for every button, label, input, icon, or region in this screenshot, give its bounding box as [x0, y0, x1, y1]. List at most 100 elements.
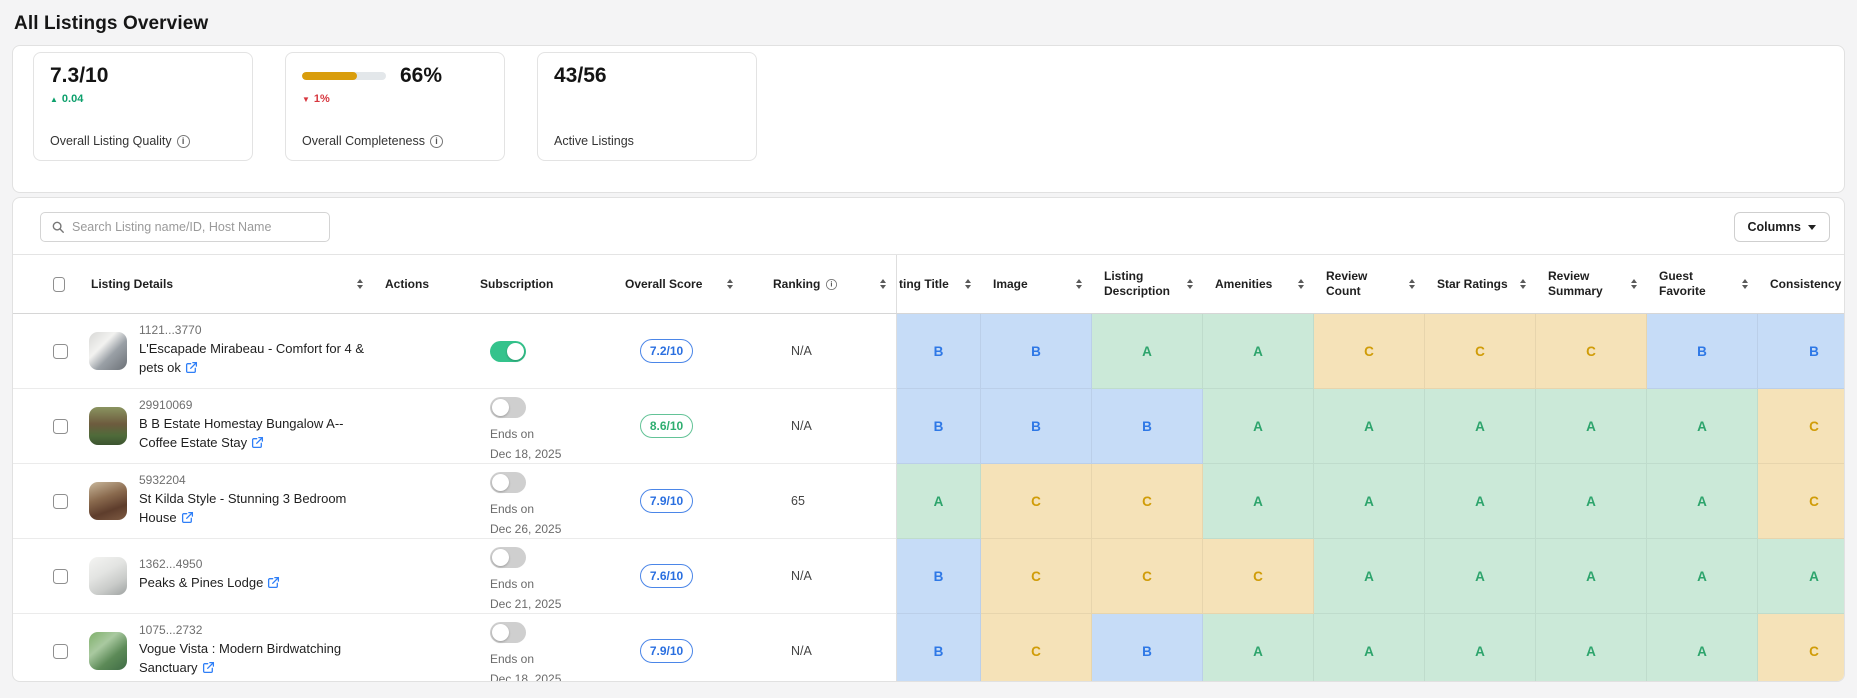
sort-up-arrow-icon	[1742, 279, 1748, 283]
stat-delta: ▲0.04	[50, 93, 236, 105]
subscription-toggle[interactable]	[490, 397, 526, 418]
column-header-label: Review Count	[1326, 269, 1403, 299]
row-checkbox[interactable]	[53, 344, 68, 359]
listing-thumbnail	[89, 482, 127, 520]
sort-down-arrow-icon	[965, 285, 971, 289]
listing-thumbnail	[89, 332, 127, 370]
listing-id: 29910069	[139, 398, 373, 412]
toggle-knob	[492, 399, 509, 416]
row-checkbox[interactable]	[53, 644, 68, 659]
listing-id: 1362...4950	[139, 557, 373, 571]
listing-thumbnail	[89, 632, 127, 670]
row-checkbox[interactable]	[53, 419, 68, 434]
stat-value-row: 43/56	[554, 64, 740, 88]
row-sticky-zone: 1121...3770L'Escapade Mirabeau - Comfort…	[13, 314, 896, 389]
column-header-grade-3: Listing Description	[1092, 255, 1203, 313]
listing-title-link[interactable]: St Kilda Style - Stunning 3 Bedroom Hous…	[139, 490, 373, 530]
stat-label: Active Listings	[554, 134, 740, 148]
grade-cell-guest-favorite: B	[1647, 314, 1758, 389]
listing-title-link[interactable]: Peaks & Pines Lodge	[139, 574, 373, 595]
actions-cell	[373, 614, 468, 682]
sort-icon[interactable]	[725, 277, 735, 292]
grade-cell-review-count: A	[1314, 539, 1425, 614]
sort-up-arrow-icon	[965, 279, 971, 283]
select-all-checkbox[interactable]	[53, 277, 65, 292]
grade-cell-review-count: A	[1314, 614, 1425, 682]
ranking-value: N/A	[743, 419, 812, 433]
grade-cell-image: B	[981, 314, 1092, 389]
stat-label-text: Overall Listing Quality	[50, 134, 172, 148]
external-link-icon	[251, 436, 264, 455]
grade-cell-listing-description: B	[1092, 614, 1203, 682]
toggle-knob	[492, 549, 509, 566]
listing-title-link[interactable]: L'Escapade Mirabeau - Comfort for 4 & pe…	[139, 340, 373, 380]
sort-icon[interactable]	[1185, 277, 1195, 292]
subscription-ends-date: Dec 21, 2025	[490, 595, 561, 613]
sort-icon[interactable]	[1629, 277, 1639, 292]
subscription-toggle[interactable]	[490, 622, 526, 643]
sort-icon[interactable]	[355, 277, 365, 292]
row-checkbox[interactable]	[53, 494, 68, 509]
subscription-toggle[interactable]	[490, 341, 526, 362]
sort-up-arrow-icon	[1298, 279, 1304, 283]
column-header-label: Amenities	[1215, 277, 1272, 292]
row-select-cell	[13, 314, 73, 388]
grade-cell-image: C	[981, 539, 1092, 614]
sort-icon[interactable]	[1296, 277, 1306, 292]
row-sticky-zone: 5932204St Kilda Style - Stunning 3 Bedro…	[13, 464, 896, 539]
stat-card: 66%▼1%Overall Completenessi	[285, 52, 505, 161]
column-header-label: Consistency	[1770, 277, 1841, 292]
table-toolbar: Columns	[13, 198, 1844, 254]
stat-value: 43/56	[554, 64, 607, 88]
info-icon[interactable]: i	[177, 135, 190, 148]
grade-cell-star-ratings: A	[1425, 614, 1536, 682]
sort-icon[interactable]	[1518, 277, 1528, 292]
sort-icon[interactable]	[1740, 277, 1750, 292]
info-icon[interactable]: i	[430, 135, 443, 148]
sort-down-arrow-icon	[357, 285, 363, 289]
grade-cell-listing-description: B	[1092, 389, 1203, 464]
stat-value: 7.3/10	[50, 64, 108, 88]
grade-cell-amenities: A	[1203, 614, 1314, 682]
row-grade-zone: BBBAAAAAC	[896, 389, 1845, 464]
toggle-knob	[492, 624, 509, 641]
table-body: 1121...3770L'Escapade Mirabeau - Comfort…	[13, 314, 1844, 682]
sort-down-arrow-icon	[1187, 285, 1193, 289]
ranking-value: N/A	[743, 344, 812, 358]
row-grade-zone: BCCCAAAAA	[896, 539, 1845, 614]
listing-title-link[interactable]: Vogue Vista : Modern Birdwatching Sanctu…	[139, 640, 373, 680]
external-link-icon	[267, 576, 280, 595]
overall-score-badge: 8.6/10	[640, 414, 693, 438]
search-box[interactable]	[40, 212, 330, 242]
sort-up-arrow-icon	[1076, 279, 1082, 283]
table-row: 1362...4950Peaks & Pines LodgeEnds onDec…	[13, 539, 1844, 614]
subscription-ends-date: Dec 26, 2025	[490, 520, 561, 538]
ranking-cell: N/A	[743, 614, 896, 682]
sort-icon[interactable]	[963, 277, 973, 292]
overall-score-badge: 7.9/10	[640, 639, 693, 663]
subscription-cell	[468, 314, 613, 388]
columns-button-label: Columns	[1748, 220, 1801, 234]
info-icon[interactable]: i	[826, 278, 837, 289]
subscription-toggle[interactable]	[490, 547, 526, 568]
ranking-cell: N/A	[743, 539, 896, 613]
grade-cell-guest-favorite: A	[1647, 464, 1758, 539]
listing-title-link[interactable]: B B Estate Homestay Bungalow A-- Coffee …	[139, 415, 373, 455]
columns-button[interactable]: Columns	[1734, 212, 1830, 242]
overall-score-cell: 7.6/10	[613, 539, 743, 613]
sort-down-arrow-icon	[1520, 285, 1526, 289]
table-row: 5932204St Kilda Style - Stunning 3 Bedro…	[13, 464, 1844, 539]
subscription-toggle[interactable]	[490, 472, 526, 493]
search-input[interactable]	[72, 220, 319, 234]
sort-up-arrow-icon	[727, 279, 733, 283]
overall-score-badge: 7.9/10	[640, 489, 693, 513]
listing-thumbnail	[89, 407, 127, 445]
sort-icon[interactable]	[1074, 277, 1084, 292]
subscription-ends-label: Ends on	[490, 650, 534, 668]
sort-icon[interactable]	[878, 277, 888, 292]
row-checkbox[interactable]	[53, 569, 68, 584]
column-header-grade-5: Review Count	[1314, 255, 1425, 313]
grade-cell-star-ratings: A	[1425, 464, 1536, 539]
subscription-cell: Ends onDec 26, 2025	[468, 464, 613, 538]
sort-icon[interactable]	[1407, 277, 1417, 292]
